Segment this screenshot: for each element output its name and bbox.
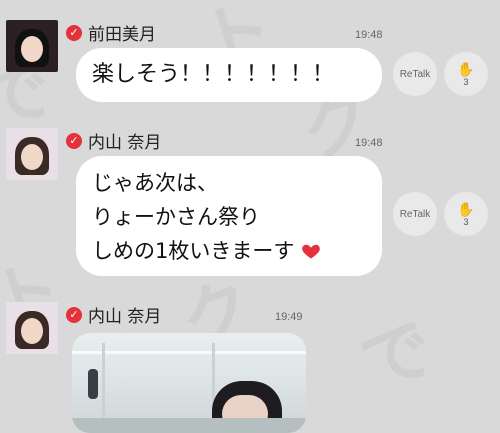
message-photo[interactable] [72,333,306,433]
message-header: ✓ 内山 奈月 [66,128,161,153]
message-text-line: しめの1枚いきまーす [92,239,295,263]
heart-icon [302,244,320,259]
message-bubble[interactable]: 楽しそう！！！！！！！ [76,48,382,102]
clap-count: 3 [463,216,469,227]
verified-icon: ✓ [66,132,82,149]
avatar[interactable] [6,20,58,72]
clap-button[interactable]: ✋ 3 [444,52,488,96]
message-bubble[interactable]: じゃあ次は、 りょーかさん祭り しめの1枚いきまーす [76,156,382,276]
clap-button[interactable]: ✋ 3 [444,192,488,236]
clap-count: 3 [463,76,469,87]
timestamp: 19:48 [355,137,383,149]
author-name: 内山 奈月 [88,133,162,153]
message-text-line: じゃあ次は、 [92,171,218,195]
author-name: 内山 奈月 [88,307,162,327]
message-text: 楽しそう！！！！！！！ [92,62,335,87]
retalk-button[interactable]: ReTalk [393,192,437,236]
clap-icon: ✋ [457,60,475,77]
timestamp: 19:49 [275,311,303,323]
timestamp: 19:48 [355,29,383,41]
avatar[interactable] [6,302,58,354]
verified-icon: ✓ [66,306,82,323]
retalk-label: ReTalk [399,68,431,80]
verified-icon: ✓ [66,24,82,41]
author-name: 前田美月 [88,25,156,45]
message-header: ✓ 内山 奈月 [66,302,161,327]
avatar[interactable] [6,128,58,180]
message-header: ✓ 前田美月 [66,20,156,45]
retalk-button[interactable]: ReTalk [393,52,437,96]
retalk-label: ReTalk [399,208,431,220]
clap-icon: ✋ [457,200,475,217]
message-text-line: りょーかさん祭り [92,205,260,229]
